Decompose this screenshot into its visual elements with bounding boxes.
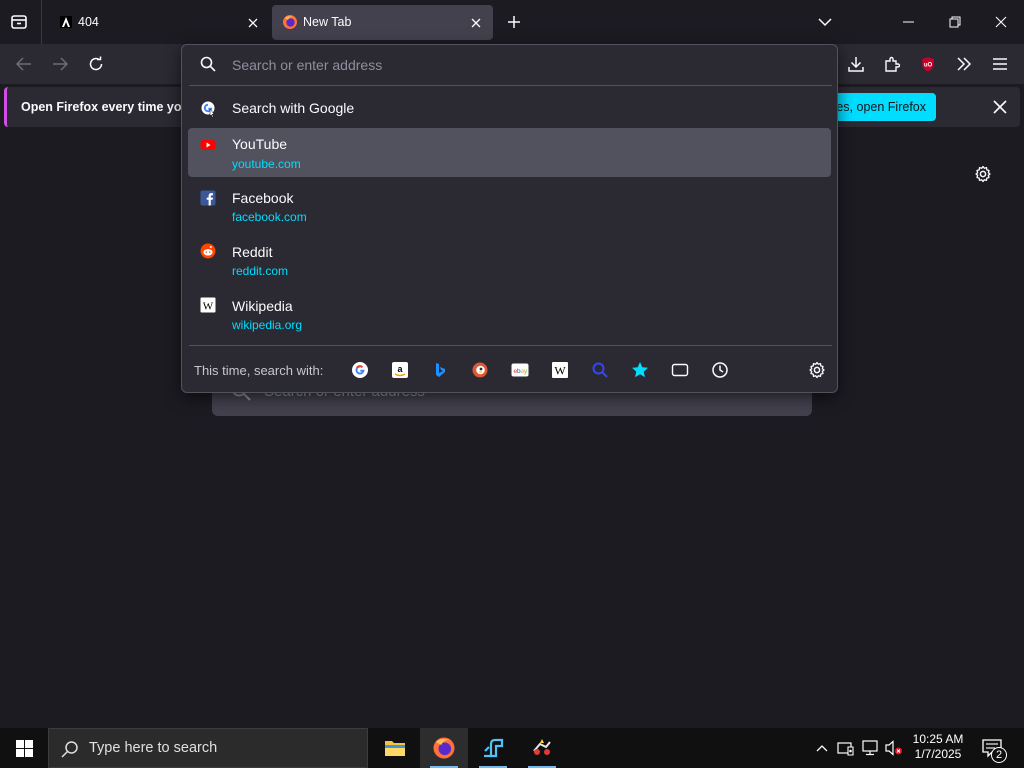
urlbar-divider [189,85,832,86]
extensions-puzzle-icon[interactable] [882,54,902,74]
result-url: wikipedia.org [232,318,303,332]
tab-strip: 404 New Tab [0,0,1024,44]
tab-title: 404 [78,15,99,29]
back-arrow-icon[interactable] [14,54,34,74]
oneoff-divider [189,345,832,346]
reload-icon[interactable] [86,54,106,74]
bookmarks-icon[interactable] [631,361,649,379]
reddit-icon [200,243,216,259]
notification-text: Open Firefox every time you [21,100,190,114]
firefox-icon [282,14,298,30]
result-url: facebook.com [232,210,307,224]
list-all-tabs-chevron-icon[interactable] [814,12,836,32]
file-explorer-icon[interactable] [371,728,419,768]
minimize-icon[interactable] [898,12,920,32]
svg-text:W: W [203,300,214,312]
urlbar-input[interactable]: Search or enter address [232,57,382,73]
overflow-chevron-icon[interactable] [954,54,974,74]
result-title: Reddit [232,244,273,260]
google-icon[interactable] [351,361,369,379]
close-tab-icon[interactable] [467,14,485,32]
new-tab-plus-icon[interactable] [504,12,524,32]
ublock-origin-icon[interactable]: uO [918,54,938,74]
result-row-wikipedia[interactable]: W Wikipedia wikipedia.org [188,290,831,339]
urlbar-search-icon [200,56,218,74]
tab-title: New Tab [303,15,352,29]
windows-taskbar: Type here to search 10:25 AM 1/7/2025 2 [0,728,1024,768]
tab-divider [41,0,42,44]
tab-404[interactable]: 404 [46,5,270,40]
svg-text:W: W [554,364,566,378]
restore-icon[interactable] [944,12,966,32]
close-window-icon[interactable] [990,12,1012,32]
bing-icon[interactable] [431,361,449,379]
ebay-icon[interactable]: ebay [511,361,529,379]
network-icon[interactable] [860,739,880,757]
taskbar-search-placeholder: Type here to search [89,740,218,756]
security-shield-icon[interactable] [836,739,856,757]
newtab-settings-gear-icon[interactable] [972,163,994,185]
search-with-google-row[interactable]: Search with Google [188,92,831,124]
wikipedia-icon[interactable]: W [551,361,569,379]
firefox-view-icon[interactable] [8,11,30,33]
youtube-icon [200,137,216,153]
taskbar-clock[interactable]: 10:25 AM 1/7/2025 [906,732,970,762]
tray-overflow-chevron-icon[interactable] [814,740,830,756]
windows-start-icon[interactable] [0,728,48,768]
app-game-icon[interactable] [518,728,566,768]
page-favicon-icon [58,14,74,30]
svg-text:uO: uO [924,63,933,69]
downloads-icon[interactable] [846,54,866,74]
oneoff-search-label: This time, search with: [194,363,324,378]
tabs-icon[interactable] [671,361,689,379]
taskbar-search-box[interactable]: Type here to search [48,728,368,768]
app-editor-icon[interactable] [469,728,517,768]
duckduckgo-icon[interactable] [471,361,489,379]
result-row-reddit[interactable]: Reddit reddit.com [188,236,831,285]
open-firefox-button[interactable]: es, open Firefox [835,93,936,121]
dismiss-notification-close-icon[interactable] [990,97,1010,117]
volume-muted-icon[interactable] [884,739,904,757]
notification-count-badge: 2 [991,747,1007,763]
search-with-google-label: Search with Google [232,100,355,116]
search-icon[interactable] [591,361,609,379]
clock-time: 10:25 AM [912,732,964,746]
result-row-facebook[interactable]: Facebook facebook.com [188,182,831,231]
result-title: Facebook [232,190,294,206]
history-icon[interactable] [711,361,729,379]
firefox-taskbar-icon[interactable] [420,728,468,768]
facebook-icon [200,190,216,206]
result-title: Wikipedia [232,298,293,314]
forward-arrow-icon[interactable] [50,54,70,74]
tab-new-tab[interactable]: New Tab [272,5,493,40]
taskbar-search-icon [61,740,79,758]
result-url: reddit.com [232,264,289,278]
result-row-youtube[interactable]: YouTube youtube.com [188,128,831,177]
google-icon [200,100,216,118]
close-tab-icon[interactable] [244,14,262,32]
urlbar-popup: Search or enter address Search with Goog… [181,44,838,393]
result-url: youtube.com [232,157,301,171]
wikipedia-icon: W [200,297,216,313]
hamburger-menu-icon[interactable] [990,54,1010,74]
search-settings-gear-icon[interactable] [808,361,826,379]
clock-date: 1/7/2025 [914,747,962,761]
open-firefox-button-label: es, open Firefox [836,100,926,114]
result-title: YouTube [232,136,288,152]
amazon-icon[interactable]: a [391,361,409,379]
